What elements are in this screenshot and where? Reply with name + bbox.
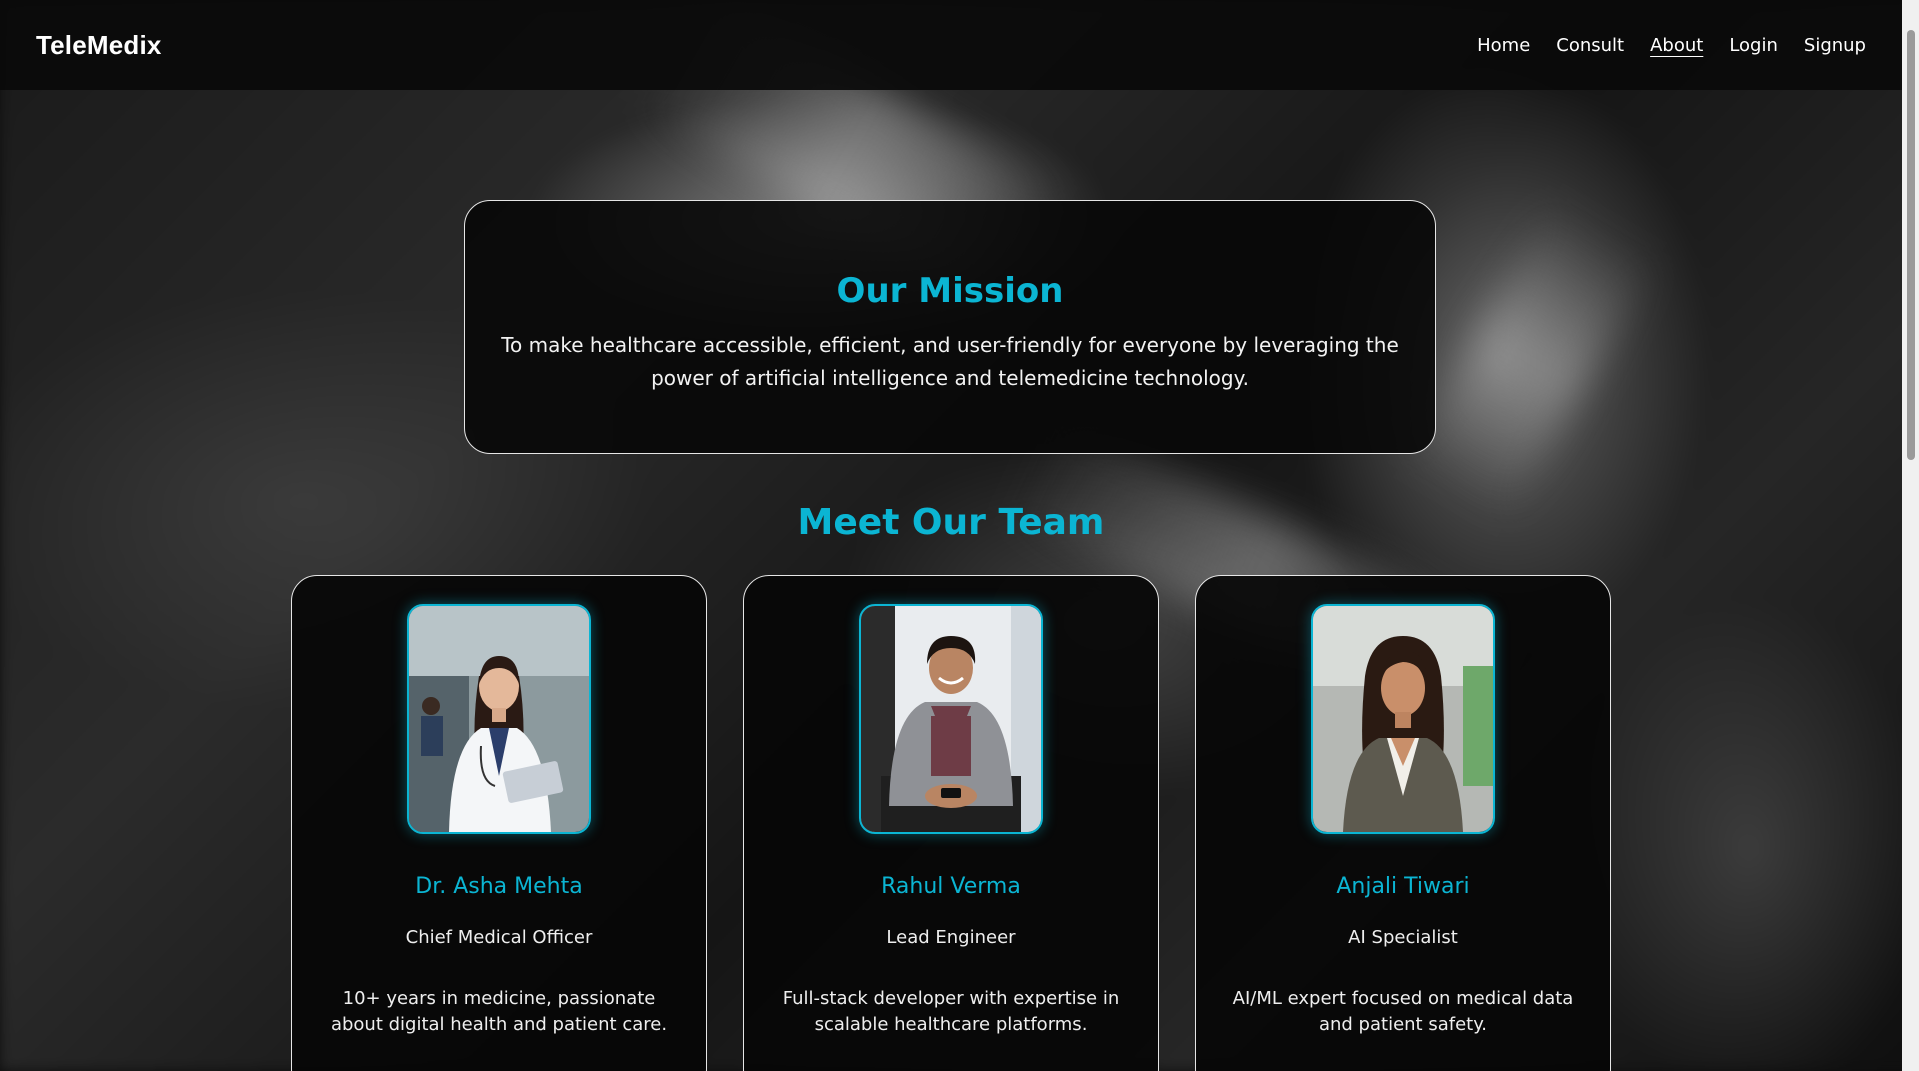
member-name: Anjali Tiwari	[1336, 874, 1470, 899]
specialist-portrait-image	[1313, 606, 1493, 832]
mission-title: Our Mission	[836, 271, 1064, 311]
member-name: Rahul Verma	[881, 874, 1021, 899]
member-bio: 10+ years in medicine, passionate about …	[330, 988, 668, 1035]
about-page: TeleMedix Home Consult About Login Signu…	[0, 0, 1919, 1071]
top-navbar: TeleMedix Home Consult About Login Signu…	[0, 0, 1902, 90]
main-nav: Home Consult About Login Signup	[1477, 35, 1866, 56]
mission-text: To make healthcare accessible, efficient…	[501, 333, 1399, 390]
nav-home-link[interactable]: Home	[1477, 35, 1530, 56]
member-bio: AI/ML expert focused on medical data and…	[1232, 988, 1574, 1035]
team-cards: Dr. Asha Mehta Chief Medical Officer 10+…	[291, 575, 1611, 1071]
nav-login-link[interactable]: Login	[1729, 35, 1778, 56]
avatar	[1311, 604, 1495, 834]
nav-consult-link[interactable]: Consult	[1556, 35, 1624, 56]
engineer-portrait-image	[861, 606, 1041, 832]
member-bio: Full-stack developer with expertise in s…	[782, 988, 1120, 1035]
member-role: Lead Engineer	[886, 927, 1016, 948]
brand-logo[interactable]: TeleMedix	[36, 30, 162, 61]
doctor-portrait-image	[409, 606, 589, 832]
nav-about-link[interactable]: About	[1650, 35, 1703, 56]
team-section-title: Meet Our Team	[797, 502, 1105, 543]
scrollbar-thumb[interactable]	[1907, 30, 1915, 460]
member-role: AI Specialist	[1348, 927, 1458, 948]
member-name: Dr. Asha Mehta	[415, 874, 583, 899]
avatar	[859, 604, 1043, 834]
team-member-card: Dr. Asha Mehta Chief Medical Officer 10+…	[291, 575, 707, 1071]
member-role: Chief Medical Officer	[405, 927, 593, 948]
page-scrollbar[interactable]	[1902, 0, 1919, 1071]
nav-signup-link[interactable]: Signup	[1804, 35, 1866, 56]
team-member-card: Anjali Tiwari AI Specialist AI/ML expert…	[1195, 575, 1611, 1071]
mission-card: Our Mission To make healthcare accessibl…	[464, 200, 1436, 454]
avatar	[407, 604, 591, 834]
team-member-card: Rahul Verma Lead Engineer Full-stack dev…	[743, 575, 1159, 1071]
